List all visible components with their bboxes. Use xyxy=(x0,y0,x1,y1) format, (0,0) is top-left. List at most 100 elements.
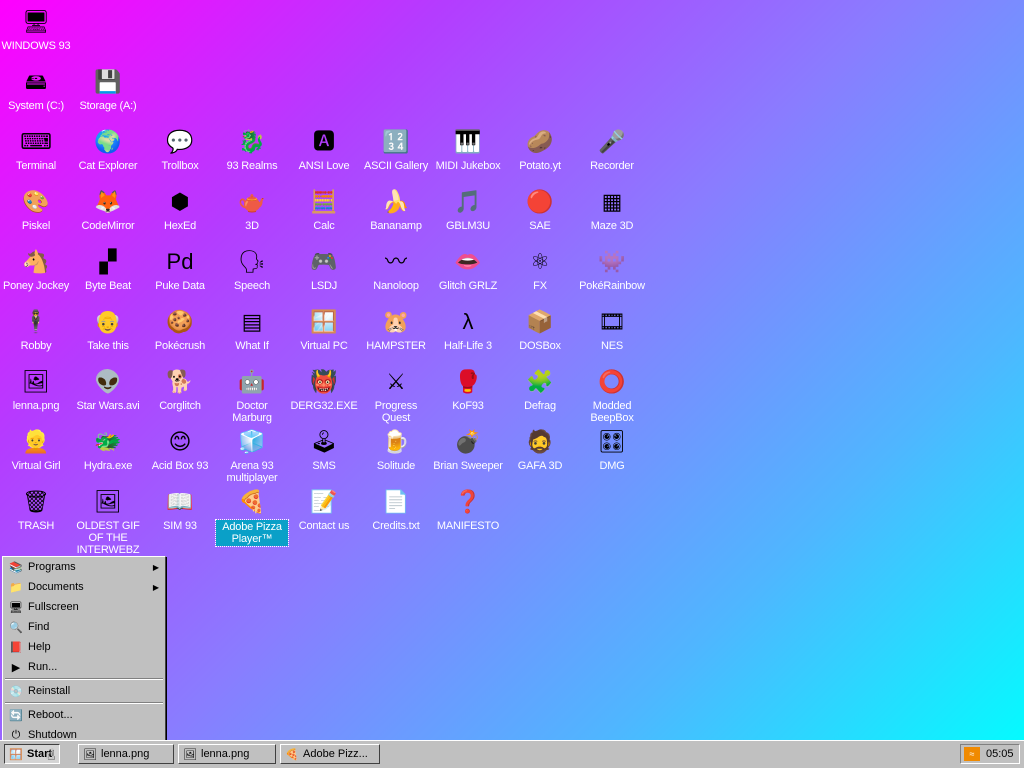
desktop-icon-pok-rainbow[interactable]: 👾 PokéRainbow xyxy=(576,242,648,292)
desktop-icon-oldest-gif-of-the-interwebz[interactable]: 🖼 OLDEST GIF OF THE INTERWEBZ xyxy=(72,482,144,556)
app-icon: 👽 xyxy=(94,369,122,394)
pizza-icon: 🍕 xyxy=(285,748,299,761)
start-menu-item-find[interactable]: 🔍 Find xyxy=(3,617,165,637)
desktop-icon-byte-beat[interactable]: ▞ Byte Beat xyxy=(72,242,144,292)
desktop-icon-nanoloop[interactable]: 〰 Nanoloop xyxy=(360,242,432,292)
desktop-icon-system-c[interactable]: 🖴 System (C:) xyxy=(0,62,72,112)
desktop-icon-label: Contact us xyxy=(298,520,350,532)
app-icon: 📝 xyxy=(310,489,338,514)
menu-item-icon: 🖥 xyxy=(9,601,23,614)
desktop-icon-ansi-love[interactable]: 🅰 ANSI Love xyxy=(288,122,360,172)
desktop-icon-corglitch[interactable]: 🐕 Corglitch xyxy=(144,362,216,412)
desktop-icon-lsdj[interactable]: 🎮 LSDJ xyxy=(288,242,360,292)
desktop-icon-label: SMS xyxy=(312,460,336,472)
app-icon: 👹 xyxy=(310,369,338,394)
desktop-icon-3d[interactable]: 🫖 3D xyxy=(216,182,288,232)
desktop-icon-calc[interactable]: 🧮 Calc xyxy=(288,182,360,232)
desktop-icon-label: Star Wars.avi xyxy=(76,400,140,412)
desktop-icon-doctor-marburg[interactable]: 🤖 Doctor Marburg xyxy=(216,362,288,424)
task-button-adobe-pizza[interactable]: 🍕 Adobe Pizz... xyxy=(280,744,380,764)
desktop-icon-terminal[interactable]: ⌨ Terminal xyxy=(0,122,72,172)
desktop-icon-nes[interactable]: 🎞 NES xyxy=(576,302,648,352)
desktop-icon-recorder[interactable]: 🎤 Recorder xyxy=(576,122,648,172)
desktop-icon-maze-3d[interactable]: ▦ Maze 3D xyxy=(576,182,648,232)
desktop-icon-label: GAFA 3D xyxy=(517,460,563,472)
desktop-icon-trash[interactable]: 🗑 TRASH xyxy=(0,482,72,532)
desktop-icon-potato-yt[interactable]: 🥔 Potato.yt xyxy=(504,122,576,172)
desktop-icon-93-realms[interactable]: 🐉 93 Realms xyxy=(216,122,288,172)
desktop-icon-codemirror[interactable]: 🦊 CodeMirror xyxy=(72,182,144,232)
desktop-icon-kof93[interactable]: 🥊 KoF93 xyxy=(432,362,504,412)
desktop[interactable]: 🖥 WINDOWS 93 🖴 System (C:) 💾 Storage (A:) ⌨ Ter… xyxy=(0,0,1024,768)
desktop-icon-storage-a[interactable]: 💾 Storage (A:) xyxy=(72,62,144,112)
desktop-icon-bananamp[interactable]: 🍌 Bananamp xyxy=(360,182,432,232)
desktop-icon-what-if[interactable]: ▤ What If xyxy=(216,302,288,352)
menu-item-icon: ▶ xyxy=(11,661,21,674)
desktop-icon-sim-93[interactable]: 📖 SIM 93 xyxy=(144,482,216,532)
desktop-icon-label: Trollbox xyxy=(161,160,199,172)
start-menu-item-documents[interactable]: 📁 Documents ▶ xyxy=(3,577,165,597)
desktop-icon-dmg[interactable]: 🎛 DMG xyxy=(576,422,648,472)
desktop-icon-acid-box-93[interactable]: 😊 Acid Box 93 xyxy=(144,422,216,472)
desktop-icon-manifesto[interactable]: ❓ MANIFESTO xyxy=(432,482,504,532)
desktop-icon-hampster[interactable]: 🐹 HAMPSTER xyxy=(360,302,432,352)
app-icon: 🎮 xyxy=(310,249,338,274)
desktop-icon-arena-93-multiplayer[interactable]: 🧊 Arena 93 multiplayer xyxy=(216,422,288,484)
start-menu-item-reboot[interactable]: 🔄 Reboot... xyxy=(3,705,165,725)
desktop-icon-half-life-3[interactable]: λ Half-Life 3 xyxy=(432,302,504,352)
desktop-icon-adobe-pizza-player[interactable]: 🍕 Adobe Pizza Player™ xyxy=(215,482,289,547)
app-icon: λ xyxy=(462,309,474,334)
desktop-icon-glitch-grlz[interactable]: 👄 Glitch GRLZ xyxy=(432,242,504,292)
desktop-icon-label: Progress Quest xyxy=(374,400,418,424)
menu-separator xyxy=(5,702,163,704)
desktop-icon-gafa-3d[interactable]: 🧔 GAFA 3D xyxy=(504,422,576,472)
desktop-icon-poney-jockey[interactable]: 🐴 Poney Jockey xyxy=(0,242,72,292)
start-menu-item-help[interactable]: 📕 Help xyxy=(3,637,165,657)
start-menu-item-reinstall[interactable]: 💿 Reinstall xyxy=(3,681,165,701)
desktop-icon-robby[interactable]: 🕴 Robby xyxy=(0,302,72,352)
desktop-icon-fx[interactable]: ⚛ FX xyxy=(504,242,576,292)
desktop-icon-take-this[interactable]: 👴 Take this xyxy=(72,302,144,352)
desktop-icon-midi-jukebox[interactable]: 🎹 MIDI Jukebox xyxy=(432,122,504,172)
start-menu-item-programs[interactable]: 📚 Programs ▶ xyxy=(3,557,165,577)
rss-icon[interactable]: ≈ xyxy=(964,747,980,761)
desktop-icon-windows-93[interactable]: 🖥 WINDOWS 93 xyxy=(0,2,72,52)
desktop-icon-speech[interactable]: 🗣 Speech xyxy=(216,242,288,292)
app-icon: 🥊 xyxy=(454,369,482,394)
desktop-icon-solitude[interactable]: 🍺 Solitude xyxy=(360,422,432,472)
desktop-icon-brian-sweeper[interactable]: 💣 Brian Sweeper xyxy=(432,422,504,472)
desktop-icon-lenna-png[interactable]: 🖼 lenna.png xyxy=(0,362,72,412)
desktop-icon-gblm3u[interactable]: 🎵 GBLM3U xyxy=(432,182,504,232)
desktop-icon-modded-beepbox[interactable]: ⭕ Modded BeepBox xyxy=(576,362,648,424)
task-button-lenna-1[interactable]: 🖼 lenna.png xyxy=(78,744,174,764)
start-menu-item-run[interactable]: ▶ Run... xyxy=(3,657,165,677)
desktop-icon-credits-txt[interactable]: 📄 Credits.txt xyxy=(360,482,432,532)
desktop-icon-progress-quest[interactable]: ⚔ Progress Quest xyxy=(360,362,432,424)
desktop-icon-hydra-exe[interactable]: 🐲 Hydra.exe xyxy=(72,422,144,472)
desktop-icon-hexed[interactable]: ⬢ HexEd xyxy=(144,182,216,232)
desktop-icon-sms[interactable]: 🕹 SMS xyxy=(288,422,360,472)
task-button-lenna-2[interactable]: 🖼 lenna.png xyxy=(178,744,276,764)
clock[interactable]: 05:05 xyxy=(986,748,1014,760)
app-icon: 🤖 xyxy=(238,369,266,394)
desktop-icon-pok-crush[interactable]: 🍪 Pokécrush xyxy=(144,302,216,352)
app-icon: 👾 xyxy=(598,249,626,274)
desktop-icon-label: Acid Box 93 xyxy=(151,460,209,472)
desktop-icon-contact-us[interactable]: 📝 Contact us xyxy=(288,482,360,532)
desktop-icon-puke-data[interactable]: Pd Puke Data xyxy=(144,242,216,292)
desktop-icon-virtual-girl[interactable]: 👱 Virtual Girl xyxy=(0,422,72,472)
desktop-icon-label: Poney Jockey xyxy=(2,280,70,292)
start-menu-item-fullscreen[interactable]: 🖥 Fullscreen xyxy=(3,597,165,617)
desktop-icon-defrag[interactable]: 🧩 Defrag xyxy=(504,362,576,412)
desktop-icon-cat-explorer[interactable]: 🌍 Cat Explorer xyxy=(72,122,144,172)
desktop-icon-dosbox[interactable]: 📦 DOSBox xyxy=(504,302,576,352)
desktop-icon-derg32-exe[interactable]: 👹 DERG32.EXE xyxy=(288,362,360,412)
desktop-icon-label: Brian Sweeper xyxy=(433,460,503,472)
desktop-icon-virtual-pc[interactable]: 🪟 Virtual PC xyxy=(288,302,360,352)
task-button-label: lenna.png xyxy=(101,748,150,760)
desktop-icon-trollbox[interactable]: 💬 Trollbox xyxy=(144,122,216,172)
desktop-icon-sae[interactable]: 🔴 SAE xyxy=(504,182,576,232)
desktop-icon-ascii-gallery[interactable]: 🔢 ASCII Gallery xyxy=(360,122,432,172)
desktop-icon-piskel[interactable]: 🎨 Piskel xyxy=(0,182,72,232)
desktop-icon-star-wars-avi[interactable]: 👽 Star Wars.avi xyxy=(72,362,144,412)
